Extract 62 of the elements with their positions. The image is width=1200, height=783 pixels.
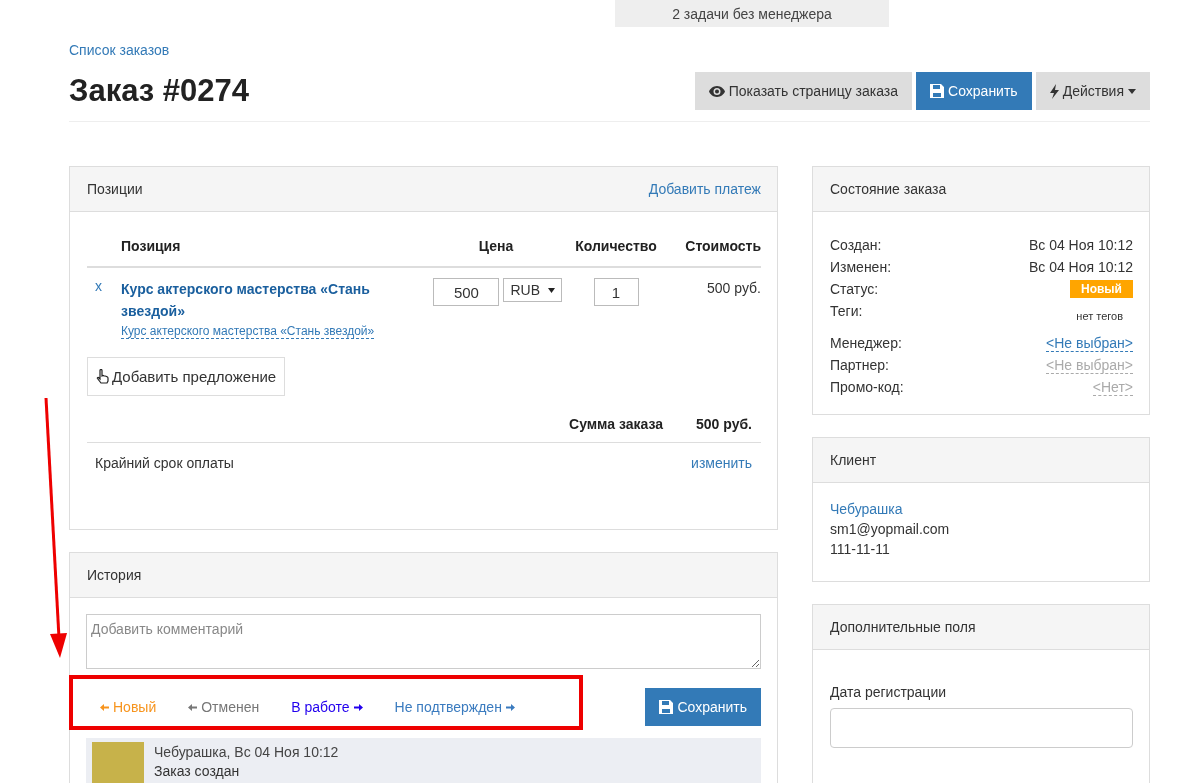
panel-title: Дополнительные поля	[830, 619, 976, 635]
client-name-link[interactable]: Чебурашка	[830, 501, 903, 517]
product-link[interactable]: Курс актерского мастерства «Стань звездой»	[121, 278, 426, 322]
currency-select[interactable]: RUB	[503, 278, 562, 302]
quantity-input[interactable]: 1	[593, 278, 639, 306]
panel-title: Состояние заказа	[830, 181, 947, 197]
offer-link[interactable]: Курс актерского мастерства «Стань звездой»	[121, 324, 375, 339]
field-label: Статус:	[830, 281, 879, 297]
actions-button[interactable]: Действия	[1035, 72, 1150, 110]
breadcrumb-link[interactable]: Список заказов	[69, 42, 1150, 58]
save-button[interactable]: Сохранить	[916, 72, 1032, 110]
comment-field[interactable]: Добавить комментарий	[86, 614, 761, 669]
column-header: Позиция	[121, 238, 182, 254]
left-arrow-icon	[100, 703, 109, 711]
panel-title: Позиции	[87, 181, 143, 197]
cost-text: 500 руб.	[706, 279, 761, 296]
entry-meta: Чебурашка, Вс 04 Ноя 10:12	[154, 744, 339, 760]
column-header: Количество	[574, 238, 658, 254]
caret-icon	[548, 287, 555, 293]
add-offer-button[interactable]: Добавить предложение	[87, 357, 286, 396]
eye-icon	[708, 85, 725, 97]
right-arrow-icon	[353, 703, 363, 711]
panel-title: История	[87, 567, 142, 583]
field-label: Партнер:	[830, 357, 889, 373]
field-value: Вс 04 Ноя 10:12	[1028, 259, 1133, 275]
caret-icon	[1128, 88, 1136, 94]
lightning-icon	[1049, 83, 1059, 99]
save-button[interactable]: Сохранить	[645, 688, 761, 726]
add-payment-link[interactable]: Добавить платеж	[648, 181, 761, 197]
field-value-link[interactable]: <Не выбран>	[1046, 334, 1133, 352]
field-label: Создан:	[830, 237, 882, 253]
change-link[interactable]: изменить	[691, 455, 752, 471]
total-label: Сумма заказа	[569, 416, 664, 432]
view-page-button[interactable]: Показать страницу заказа	[694, 72, 913, 110]
field-label: Промо-код:	[830, 379, 904, 395]
field-label: Дата регистрации	[830, 684, 948, 700]
price-input[interactable]: 500	[433, 278, 500, 306]
status-transition-link[interactable]: В работе	[291, 699, 363, 715]
status-transition-link[interactable]: Не подтвержден	[394, 699, 515, 715]
client-email: sm1@yopmail.com	[830, 521, 950, 537]
entry-text: Заказ создан	[154, 763, 241, 779]
registration-date-field[interactable]	[830, 708, 1133, 748]
field-label: Изменен:	[830, 259, 892, 275]
column-header: Стоимость	[684, 238, 761, 254]
deadline-label: Крайний срок оплаты	[95, 455, 234, 471]
field-value: Вс 04 Ноя 10:12	[1028, 237, 1133, 253]
client-phone: 111-11-11	[830, 541, 890, 557]
left-arrow-icon	[188, 703, 198, 711]
avatar-placeholder	[92, 742, 144, 783]
status-transition-link[interactable]: Отменен	[188, 699, 260, 715]
notice-banner: 2 задачи без менеджера	[615, 0, 889, 27]
pointing-hand-icon	[96, 368, 110, 385]
tags-value: нет тегов	[1076, 309, 1123, 322]
status-badge: Новый	[1070, 280, 1133, 298]
field-label: Менеджер:	[830, 335, 902, 351]
page-title: Заказ #0274	[69, 73, 250, 109]
total-value: 500 руб.	[696, 416, 752, 432]
panel-title: Клиент	[830, 452, 877, 468]
right-arrow-icon	[505, 703, 515, 711]
field-label: Теги:	[830, 303, 863, 319]
column-header: Цена	[477, 238, 515, 254]
remove-link[interactable]: x	[95, 278, 102, 294]
